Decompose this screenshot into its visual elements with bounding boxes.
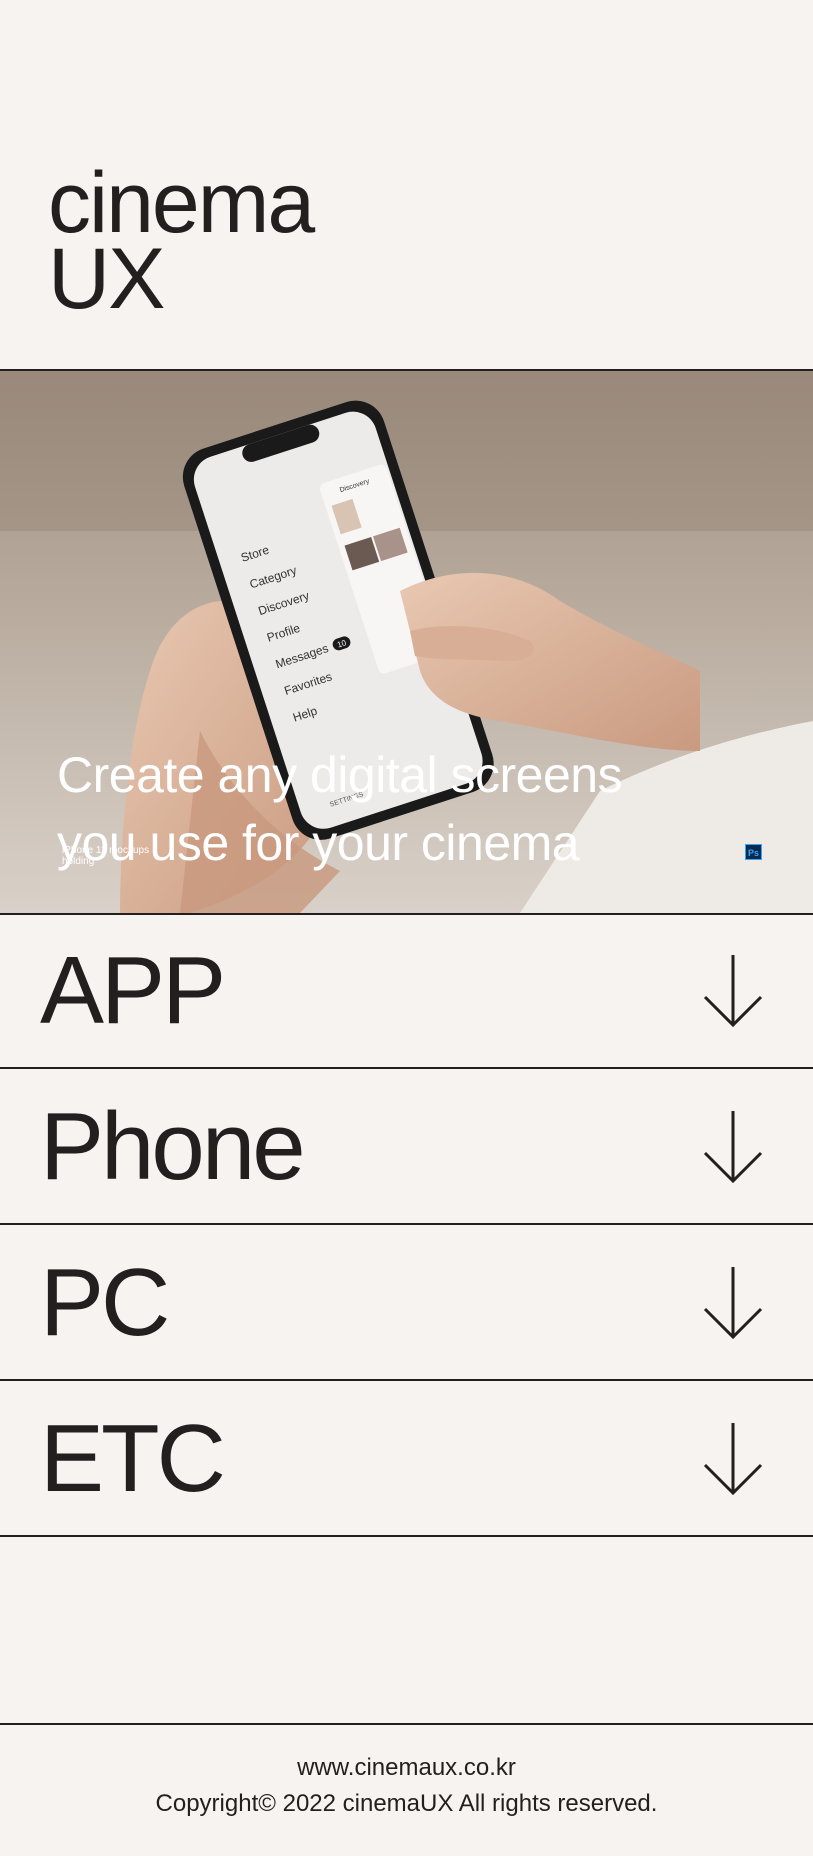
site-header: cinema UX (0, 0, 813, 369)
category-app[interactable]: APP (0, 913, 813, 1069)
logo-line-ux: UX (48, 231, 165, 327)
arrow-down-icon[interactable] (701, 1265, 765, 1341)
hero-banner: Store Category Discovery Profile Message… (0, 369, 813, 915)
photoshop-icon: Ps (745, 844, 762, 860)
category-label: Phone (40, 1093, 306, 1200)
category-label: PC (40, 1249, 170, 1356)
footer-url-link[interactable]: www.cinemaux.co.kr (0, 1753, 813, 1783)
arrow-down-icon[interactable] (701, 1109, 765, 1185)
arrow-down-icon[interactable] (701, 953, 765, 1029)
category-phone[interactable]: Phone (0, 1069, 813, 1225)
mockup-caption: iPhone 11 mockups holding (62, 845, 150, 867)
footer-copyright: Copyright© 2022 cinemaUX All rights rese… (155, 1790, 658, 1817)
category-etc[interactable]: ETC (0, 1381, 813, 1537)
site-footer: www.cinemaux.co.kr Copyright© 2022 cinem… (0, 1723, 813, 1856)
logo-line-cinema: cinema (48, 155, 315, 251)
category-label: ETC (40, 1405, 226, 1512)
category-label: APP (40, 937, 226, 1044)
category-list: APP Phone PC ETC (0, 913, 813, 1537)
site-logo[interactable]: cinema UX (48, 155, 315, 327)
hero-headline-line1: Create any digital screens (57, 747, 623, 803)
arrow-down-icon[interactable] (701, 1421, 765, 1497)
category-pc[interactable]: PC (0, 1225, 813, 1381)
